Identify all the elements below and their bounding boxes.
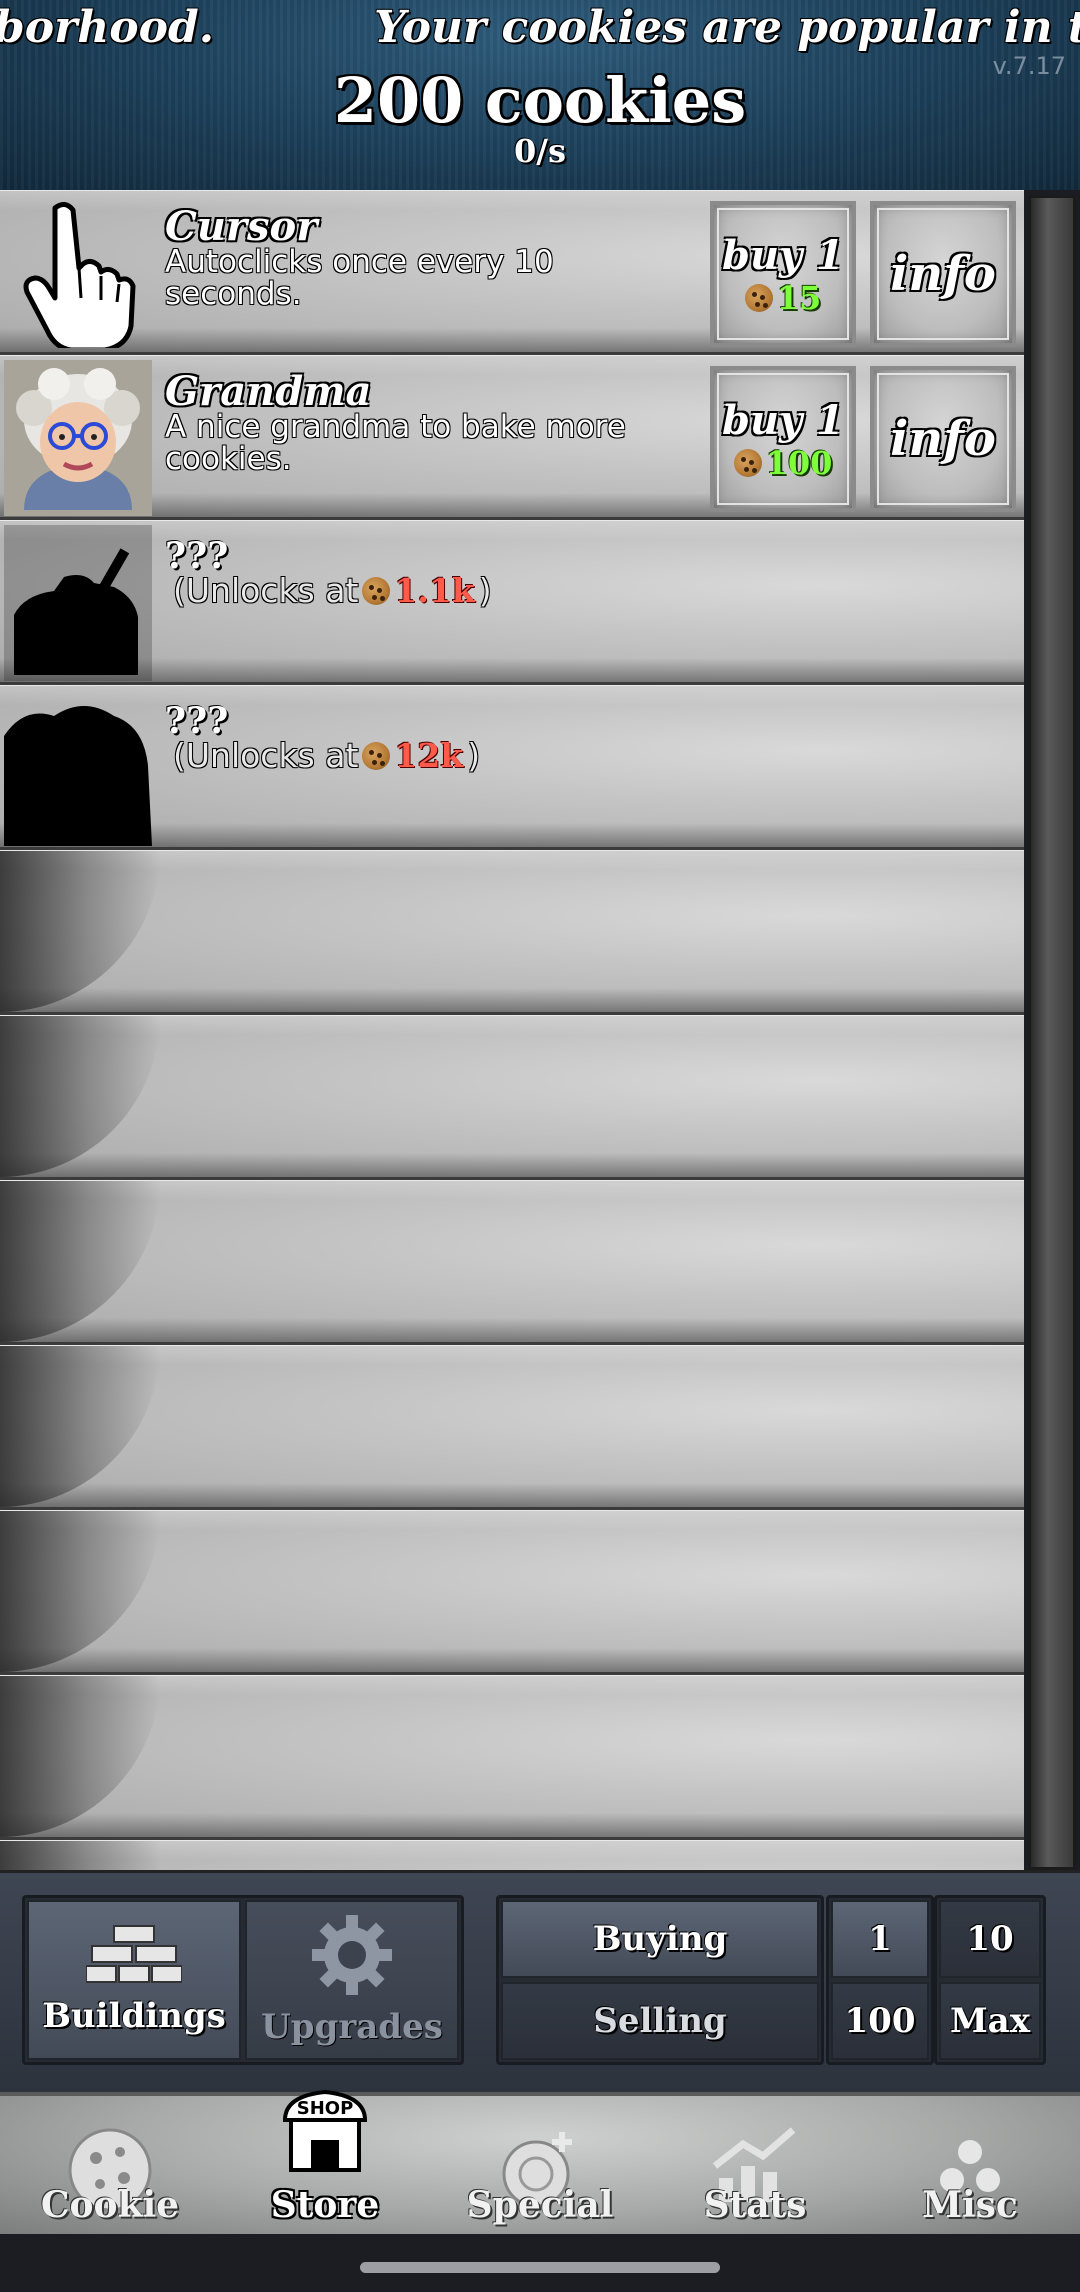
building-row-cursor[interactable]: Cursor Autoclicks once every 10 seconds.… [0,190,1024,355]
unlock-close: ) [478,571,492,610]
buying-mode-button[interactable]: Buying [501,1900,819,1978]
empty-shelf [0,1840,1024,1870]
locked-mine-silhouette-icon [4,690,152,846]
store-list[interactable]: Cursor Autoclicks once every 10 seconds.… [0,190,1024,1870]
cookie-icon [362,576,391,605]
store-controls: Buildings Upgrades Buying Selling 1 100 … [0,1870,1080,2092]
building-description: Autoclicks once every 10 seconds. [165,244,554,312]
building-description: A nice grandma to bake more cookies. [165,409,626,477]
unlock-close: ) [467,736,481,775]
buy-label: buy 1 [721,396,845,444]
unlock-text: (Unlocks at [173,736,359,775]
unlock-requirement: (Unlocks at 1.1k) [173,571,492,610]
bricks-icon [86,1925,182,1983]
building-name: Cursor [165,203,318,250]
unlock-requirement: (Unlocks at 12k) [173,736,480,775]
nav-cookie-label: Cookie [40,2184,180,2226]
info-grandma-button[interactable]: info [870,366,1016,512]
price-value: 100 [765,443,833,482]
gear-icon [312,1915,392,1995]
nav-store-label: Store [270,2184,380,2226]
empty-shelf [0,1675,1024,1840]
info-label: info [890,246,996,302]
store-scrollbar[interactable] [1028,195,1076,1870]
selling-label: Selling [593,2001,727,2041]
upgrades-tab[interactable]: Upgrades [245,1900,459,2060]
info-cursor-button[interactable]: info [870,201,1016,347]
cookie-icon [362,741,391,770]
empty-shelf [0,1180,1024,1345]
buildings-label: Buildings [42,1996,226,2036]
amount-column-left: 1 100 [826,1895,934,2065]
selling-mode-button[interactable]: Selling [501,1982,819,2060]
shop-sign-text: SHOP [297,2098,354,2119]
nav-misc-label: Misc [922,2184,1018,2226]
news-ticker[interactable]: borhood. Your cookies are popular in the [0,2,1080,53]
price: 15 [744,278,822,317]
unlock-text: (Unlocks at [173,571,359,610]
header: borhood. Your cookies are popular in the … [0,0,1080,190]
bottom-nav: Cookie SHOP Store Special Stats Misc [0,2089,1080,2234]
building-row-locked[interactable]: ??? (Unlocks at 12k) [0,685,1024,850]
locked-farm-silhouette-icon [4,525,152,681]
buildings-tab[interactable]: Buildings [27,1900,241,2060]
info-label: info [890,411,996,467]
shop-icon: SHOP [282,2089,368,2172]
empty-shelf [0,1015,1024,1180]
nav-store[interactable]: SHOP Store [230,2064,420,2238]
nav-misc[interactable]: Misc [870,2096,1070,2238]
amount-100-label: 100 [844,2001,916,2041]
nav-special[interactable]: Special [450,2096,630,2238]
cookie-icon [744,283,773,312]
buy-sell-switch: Buying Selling [496,1895,824,2065]
cursor-hand-icon [4,195,152,351]
price-value: 15 [776,278,822,317]
amount-10-button[interactable]: 10 [939,1900,1041,1978]
amount-10-label: 10 [966,1919,1014,1959]
grandma-portrait-icon [4,360,152,516]
building-row-grandma[interactable]: Grandma A nice grandma to bake more cook… [0,355,1024,520]
nav-special-label: Special [466,2184,614,2226]
category-switch: Buildings Upgrades [22,1895,464,2065]
upgrades-label: Upgrades [261,2007,443,2047]
price: 100 [733,443,833,482]
unlock-price: 1.1k [394,571,475,610]
amount-column-right: 10 Max [934,1895,1046,2065]
amount-max-label: Max [950,2001,1030,2041]
nav-cookie[interactable]: Cookie [20,2096,200,2238]
nav-stats-label: Stats [703,2184,807,2226]
empty-shelf [0,850,1024,1015]
building-row-locked[interactable]: ??? (Unlocks at 1.1k) [0,520,1024,685]
amount-max-button[interactable]: Max [939,1982,1041,2060]
unlock-price: 12k [394,736,464,775]
building-name: Grandma [165,368,372,415]
cookies-per-second: 0/s [514,132,566,170]
cookie-icon [733,448,762,477]
amount-1-button[interactable]: 1 [831,1900,929,1978]
buy-cursor-button[interactable]: buy 1 15 [710,201,856,347]
buy-grandma-button[interactable]: buy 1 100 [710,366,856,512]
ticker-text-left: borhood. [0,2,215,53]
buy-label: buy 1 [721,231,845,279]
amount-1-label: 1 [868,1919,892,1959]
amount-100-button[interactable]: 100 [831,1982,929,2060]
nav-stats[interactable]: Stats [665,2096,845,2238]
home-indicator[interactable] [360,2262,720,2273]
cookie-count: 200 cookies [333,64,747,137]
empty-shelf [0,1510,1024,1675]
ticker-text-right: Your cookies are popular in the [374,2,1080,53]
empty-shelf [0,1345,1024,1510]
buying-label: Buying [592,1919,728,1959]
